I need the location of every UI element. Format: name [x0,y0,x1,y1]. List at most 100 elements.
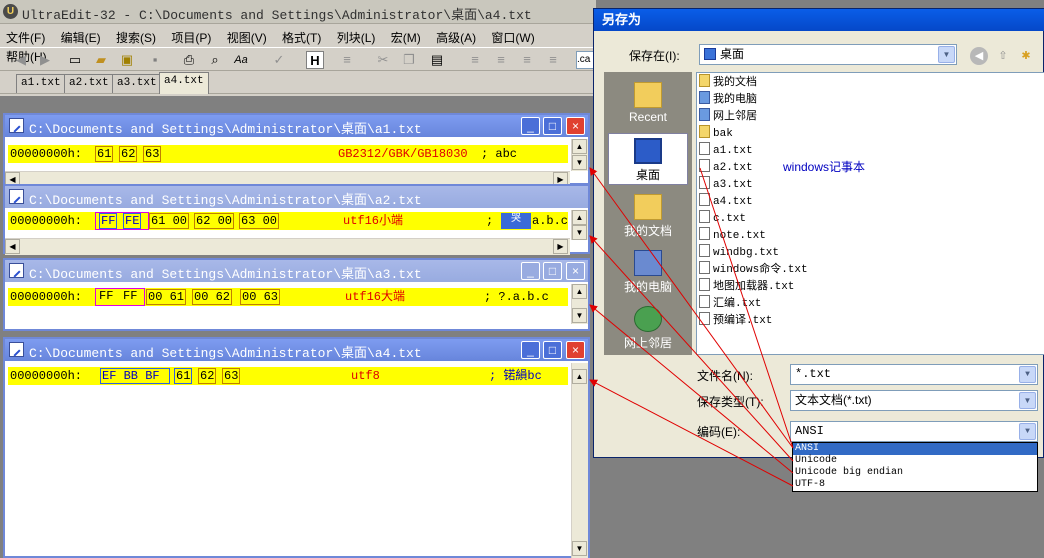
scroll-up-icon[interactable]: ▲ [572,284,587,299]
vertical-scrollbar[interactable]: ▲ ▼ [571,210,588,240]
list-item[interactable]: a1.txt [699,142,753,158]
close-button[interactable]: × [566,341,585,359]
vertical-scrollbar[interactable]: ▲ ▼ [571,139,588,171]
menu-column[interactable]: 列块(L) [331,27,382,46]
hex-view[interactable]: 00000000h: FF FE 61 00 62 00 63 00 utf16… [5,210,588,255]
scroll-down-icon[interactable]: ▼ [572,155,587,170]
back-arrow-icon[interactable]: ◀ [12,51,30,69]
align-left-icon[interactable]: ≡ [466,51,484,69]
list-item[interactable]: 网上邻居 [699,108,757,124]
scroll-down-icon[interactable]: ▼ [572,225,587,240]
open-folder-icon[interactable]: ▰ [92,51,110,69]
place-my-documents[interactable]: 我的文档 [608,190,688,242]
place-recent[interactable]: Recent [608,78,688,130]
list-item[interactable]: a3.txt [699,176,753,192]
maximize-button[interactable]: □ [543,341,562,359]
scroll-down-icon[interactable]: ▼ [572,541,587,556]
new-file-icon[interactable]: ▭ [66,51,84,69]
save-in-combo[interactable]: 桌面 ▼ [699,44,957,65]
spell-check-icon[interactable]: ✓ [270,51,288,69]
forward-arrow-icon[interactable]: ▶ [36,51,54,69]
encoding-option-ansi[interactable]: ANSI [793,443,1037,455]
wrap-icon[interactable]: ≡ [338,51,356,69]
print-icon[interactable]: ⎙ [180,51,198,69]
up-folder-icon[interactable]: ⇧ [994,47,1012,65]
copy-icon[interactable]: ❐ [400,51,418,69]
encoding-option-utf8[interactable]: UTF-8 [793,479,1037,491]
vertical-scrollbar[interactable]: ▲ ▼ [571,363,588,558]
hex-mode-icon[interactable]: H [306,51,324,69]
menu-window[interactable]: 窗口(W) [485,27,540,46]
window-title: UltraEdit-32 - C:\Documents and Settings… [22,8,532,23]
close-button[interactable]: × [566,117,585,135]
cut-icon[interactable]: ✂ [374,51,392,69]
place-my-computer[interactable]: 我的电脑 [608,246,688,298]
minimize-button[interactable]: _ [521,262,540,280]
save-icon[interactable]: ▪ [146,51,164,69]
list-item[interactable]: 我的电脑 [699,91,757,107]
list-item[interactable]: c.txt [699,210,746,226]
list-item[interactable]: windows命令.txt [699,261,808,277]
menu-macro[interactable]: 宏(M) [385,27,427,46]
maximize-button[interactable]: □ [543,262,562,280]
paste-icon[interactable]: ▤ [428,51,446,69]
menu-edit[interactable]: 编辑(E) [55,27,107,46]
list-item[interactable]: 我的文档 [699,74,757,90]
hex-view[interactable]: 00000000h: FF FF 00 61 00 62 00 63 utf16… [5,284,588,329]
tab-a1[interactable]: a1.txt [16,74,66,93]
list-item[interactable]: 汇编.txt [699,295,761,311]
close-file-icon[interactable]: ▣ [118,51,136,69]
scroll-up-icon[interactable]: ▲ [572,210,587,225]
menu-format[interactable]: 格式(T) [276,27,327,46]
filename-input[interactable]: *.txt ▼ [790,364,1038,385]
menu-file[interactable]: 文件(F) [0,27,51,46]
place-desktop[interactable]: 桌面 [608,133,688,185]
font-aa-icon[interactable]: Aa [232,51,250,69]
scroll-up-icon[interactable]: ▲ [572,139,587,154]
list-item[interactable]: bak [699,125,733,141]
minimize-button[interactable]: _ [521,117,540,135]
close-button[interactable]: × [566,262,585,280]
tab-a4[interactable]: a4.txt [159,72,209,94]
chevron-down-icon[interactable]: ▼ [938,46,955,63]
hex-view[interactable]: 00000000h: 61 62 63 GB2312/GBK/GB18030 ;… [5,139,588,188]
align-right-icon[interactable]: ≡ [518,51,536,69]
list-item[interactable]: 地图加载器.txt [699,278,794,294]
menu-advanced[interactable]: 高级(A) [430,27,482,46]
list-item[interactable]: 预编译.txt [699,312,772,328]
scroll-up-icon[interactable]: ▲ [572,369,587,384]
place-network[interactable]: 网上邻居 [608,302,688,354]
scroll-down-icon[interactable]: ▼ [572,308,587,323]
menu-search[interactable]: 搜索(S) [110,27,162,46]
vertical-scrollbar[interactable]: ▲ ▼ [571,284,588,324]
back-icon[interactable]: ◀ [970,47,988,65]
encoding-option-unicode-be[interactable]: Unicode big endian [793,467,1037,479]
filetype-select[interactable]: 文本文档(*.txt) ▼ [790,390,1038,411]
minimize-button[interactable]: _ [521,341,540,359]
list-item[interactable]: windbg.txt [699,244,779,260]
chevron-down-icon[interactable]: ▼ [1019,392,1036,409]
scroll-right-icon[interactable]: ▶ [553,239,568,254]
maximize-button[interactable]: □ [543,117,562,135]
file-list[interactable]: 我的文档 我的电脑 网上邻居 bak a1.txt a2.txt a3.txt … [696,72,1044,355]
horizontal-scrollbar[interactable]: ◀ ▶ [5,238,570,255]
menu-view[interactable]: 视图(V) [221,27,273,46]
chevron-down-icon[interactable]: ▼ [1019,423,1036,440]
list-item[interactable]: a2.txt [699,159,753,175]
hex-view[interactable]: 00000000h: EF BB BF 61 62 63 utf8 ; 锘縜bc… [5,363,588,558]
menu-project[interactable]: 项目(P) [165,27,217,46]
justify-icon[interactable]: ≡ [544,51,562,69]
align-center-icon[interactable]: ≡ [492,51,510,69]
chevron-down-icon[interactable]: ▼ [1019,366,1036,383]
encoding-select[interactable]: ANSI ▼ [790,421,1038,442]
print-preview-icon[interactable]: ⌕ [206,51,224,69]
encoding-dropdown-list[interactable]: ANSI Unicode Unicode big endian UTF-8 [792,442,1038,492]
list-item[interactable]: a4.txt [699,193,753,209]
notepad-annotation: windows记事本 [783,160,866,174]
scroll-left-icon[interactable]: ◀ [5,239,20,254]
tab-a2[interactable]: a2.txt [64,74,114,93]
encoding-option-unicode[interactable]: Unicode [793,455,1037,467]
tab-a3[interactable]: a3.txt [112,74,162,93]
new-folder-icon[interactable]: ✱ [1017,47,1035,65]
list-item[interactable]: note.txt [699,227,766,243]
